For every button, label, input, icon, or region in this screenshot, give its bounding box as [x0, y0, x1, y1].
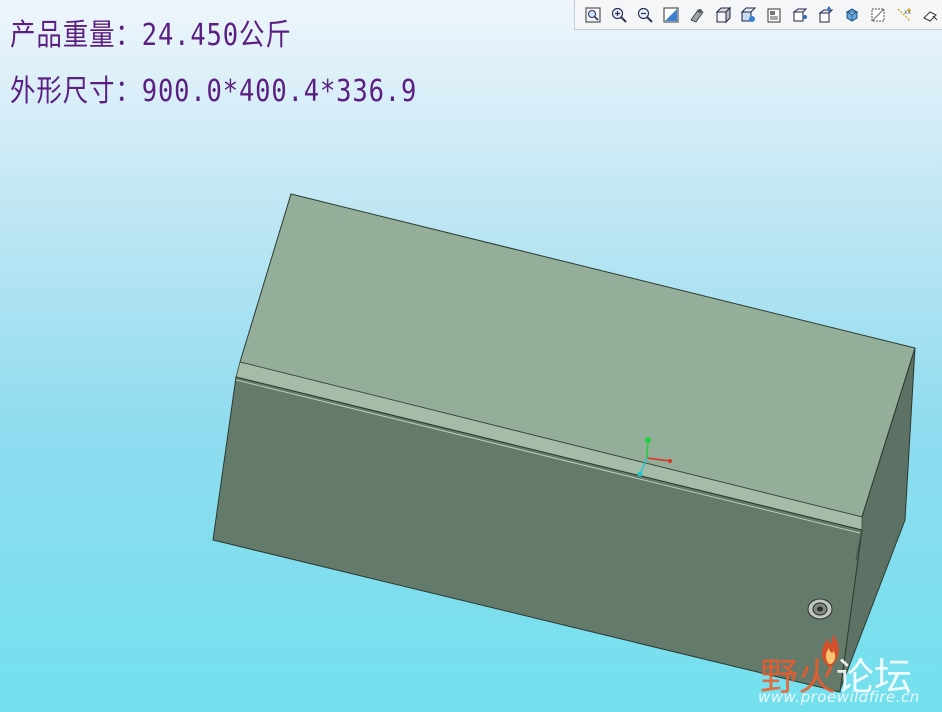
- datum-axes-icon[interactable]: xx: [892, 3, 916, 27]
- saved-views-icon[interactable]: [737, 3, 761, 27]
- datum-points-icon[interactable]: [918, 3, 942, 27]
- appearance-icon[interactable]: [814, 3, 838, 27]
- cabinet-model[interactable]: [0, 0, 942, 712]
- spin-center-icon[interactable]: [685, 3, 709, 27]
- refit-icon[interactable]: [581, 3, 605, 27]
- forum-watermark: 野火论坛 www.proewildfire.cn: [752, 628, 932, 708]
- zoom-in-icon[interactable]: [607, 3, 631, 27]
- datum-planes-icon[interactable]: [866, 3, 890, 27]
- lock-icon[interactable]: [807, 598, 833, 620]
- view-toolbar: xx: [574, 0, 942, 30]
- named-view-icon[interactable]: [840, 3, 864, 27]
- layers-icon[interactable]: [788, 3, 812, 27]
- repaint-icon[interactable]: [659, 3, 683, 27]
- graphics-window[interactable]: 产品重量：24.450公斤 外形尺寸：900.0*400.4*336.9 xx …: [0, 0, 942, 712]
- view-manager-icon[interactable]: [762, 3, 786, 27]
- zoom-out-icon[interactable]: [633, 3, 657, 27]
- display-style-icon[interactable]: [711, 3, 735, 27]
- watermark-url: www.proewildfire.cn: [758, 688, 920, 706]
